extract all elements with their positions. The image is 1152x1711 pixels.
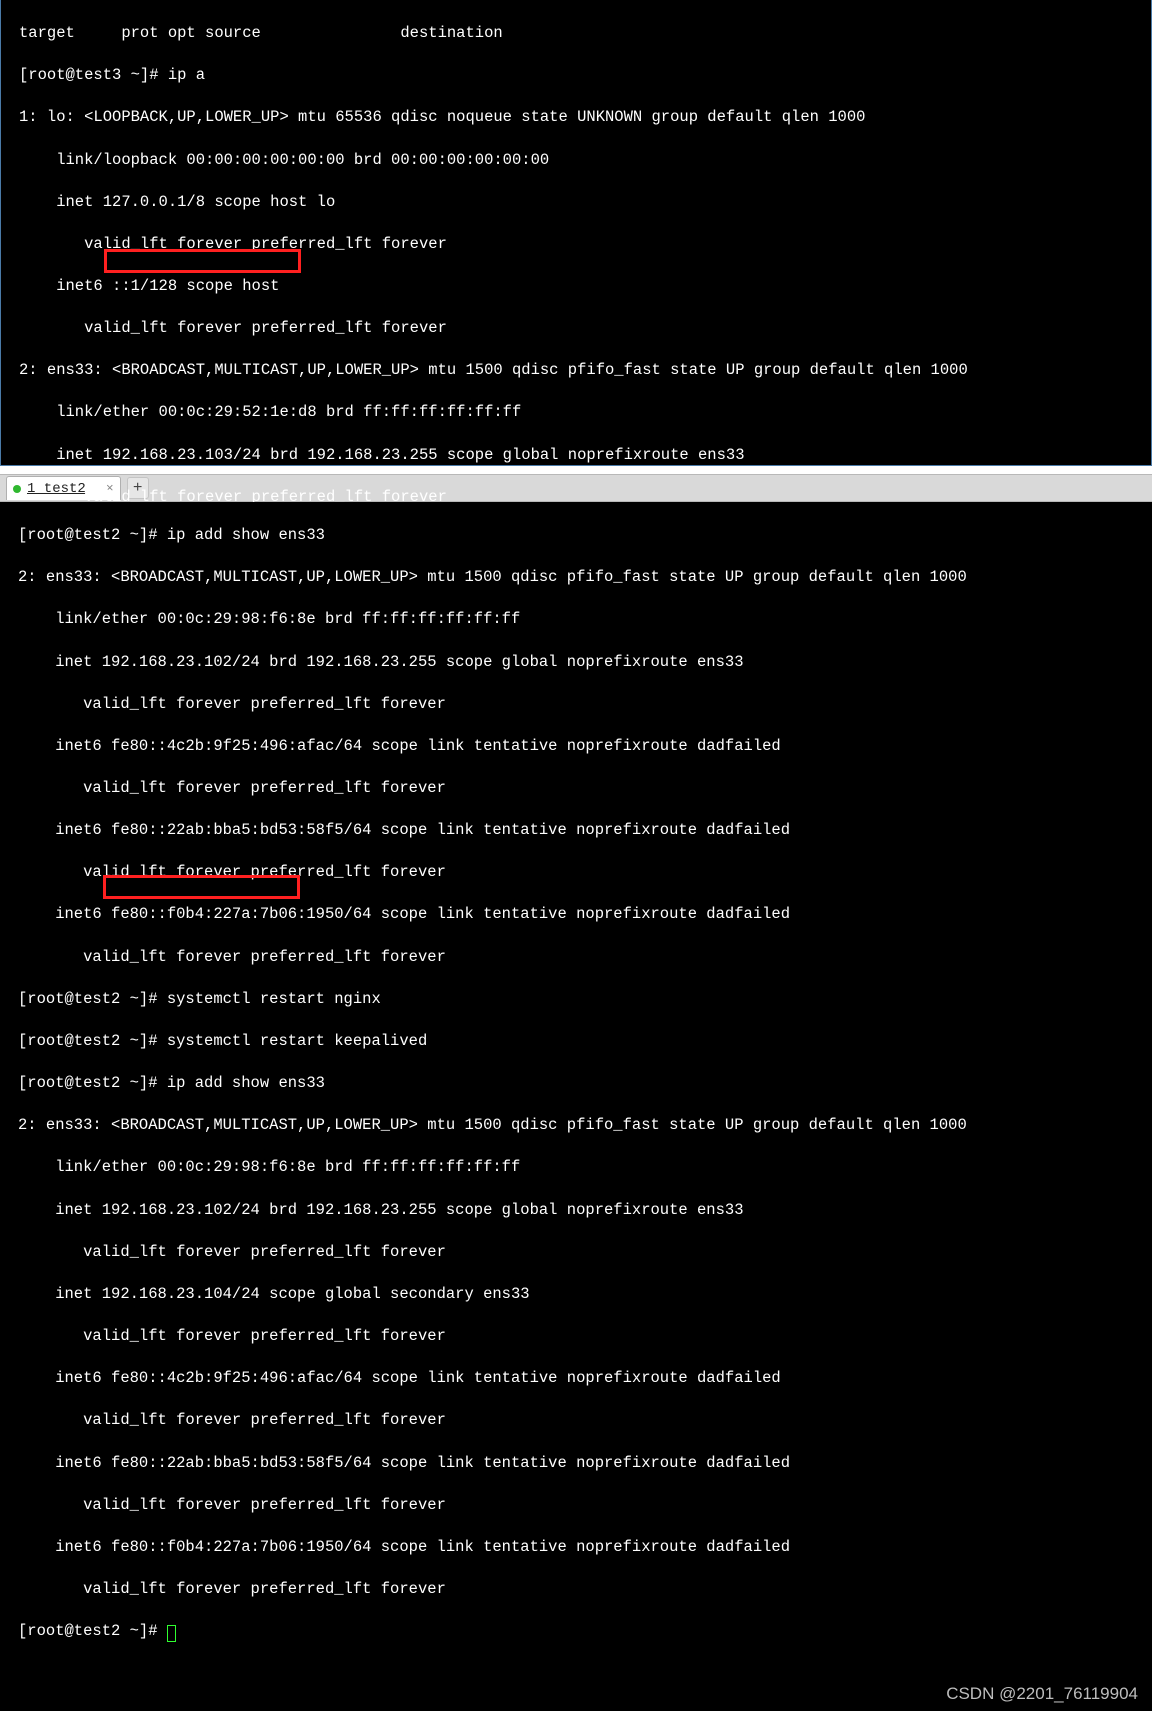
cursor-icon [167,1625,176,1642]
output-line: 2: ens33: <BROADCAST,MULTICAST,UP,LOWER_… [19,360,1143,381]
output-line: valid_lft forever preferred_lft forever [18,862,1144,883]
output-line: target prot opt source destination [19,23,1143,44]
output-line: valid_lft forever preferred_lft forever [18,947,1144,968]
output-line: [root@test3 ~]# ip a [19,65,1143,86]
terminal-test2[interactable]: [root@test2 ~]# ip add show ens33 2: ens… [0,502,1152,1711]
output-line: 1: lo: <LOOPBACK,UP,LOWER_UP> mtu 65536 … [19,107,1143,128]
output-line: valid_lft forever preferred_lft forever [19,234,1143,255]
output-line: inet6 fe80::f0b4:227a:7b06:1950/64 scope… [18,904,1144,925]
output-line: inet 192.168.23.103/24 brd 192.168.23.25… [19,445,1143,466]
output-line: 2: ens33: <BROADCAST,MULTICAST,UP,LOWER_… [18,567,1144,588]
output-line: 2: ens33: <BROADCAST,MULTICAST,UP,LOWER_… [18,1115,1144,1136]
output-line: inet6 fe80::4c2b:9f25:496:afac/64 scope … [18,1368,1144,1389]
output-line: inet6 fe80::22ab:bba5:bd53:58f5/64 scope… [18,1453,1144,1474]
output-line: inet 127.0.0.1/8 scope host lo [19,192,1143,213]
output-line: inet 192.168.23.104/24 scope global seco… [18,1284,1144,1305]
output-line: valid_lft forever preferred_lft forever [18,778,1144,799]
watermark-text: CSDN @2201_76119904 [946,1682,1138,1705]
output-line: inet6 ::1/128 scope host [19,276,1143,297]
output-line: valid_lft forever preferred_lft forever [18,1242,1144,1263]
output-line: inet6 fe80::f0b4:227a:7b06:1950/64 scope… [18,1537,1144,1558]
output-line: valid_lft forever preferred_lft forever [18,1579,1144,1600]
output-line: valid_lft forever preferred_lft forever [18,694,1144,715]
output-line: valid_lft forever preferred_lft forever [18,1410,1144,1431]
output-line: [root@test2 ~]# ip add show ens33 [18,525,1144,546]
output-line: [root@test2 ~]# systemctl restart keepal… [18,1031,1144,1052]
output-line: link/ether 00:0c:29:98:f6:8e brd ff:ff:f… [18,609,1144,630]
prompt-line[interactable]: [root@test2 ~]# [18,1621,1144,1642]
output-line: [root@test2 ~]# ip add show ens33 [18,1073,1144,1094]
output-line: valid_lft forever preferred_lft forever [19,318,1143,339]
output-line: valid_lft forever preferred_lft forever [18,1495,1144,1516]
output-line: inet6 fe80::4c2b:9f25:496:afac/64 scope … [18,736,1144,757]
output-line: link/ether 00:0c:29:52:1e:d8 brd ff:ff:f… [19,402,1143,423]
output-line: link/ether 00:0c:29:98:f6:8e brd ff:ff:f… [18,1157,1144,1178]
output-line: [root@test2 ~]# systemctl restart nginx [18,989,1144,1010]
output-line: valid_lft forever preferred_lft forever [18,1326,1144,1347]
output-line: inet 192.168.23.102/24 brd 192.168.23.25… [18,1200,1144,1221]
output-line: inet 192.168.23.102/24 brd 192.168.23.25… [18,652,1144,673]
output-line: inet6 fe80::22ab:bba5:bd53:58f5/64 scope… [18,820,1144,841]
output-line: link/loopback 00:00:00:00:00:00 brd 00:0… [19,150,1143,171]
terminal-test3[interactable]: target prot opt source destination [root… [0,0,1152,466]
